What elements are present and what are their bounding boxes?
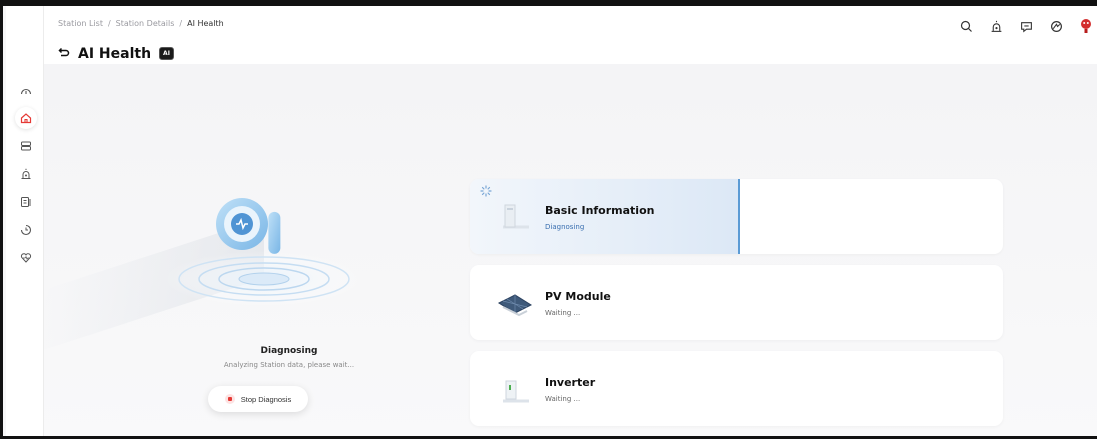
report-icon bbox=[21, 197, 31, 207]
devices-icon bbox=[21, 141, 31, 151]
avatar[interactable] bbox=[1078, 18, 1094, 34]
diagnosing-title: Diagnosing bbox=[260, 346, 318, 356]
page-header: Station List / Station Details / AI Heal… bbox=[44, 6, 1097, 64]
health-icon bbox=[20, 253, 32, 263]
loading-spinner-icon bbox=[480, 185, 492, 197]
page-title: AI Health bbox=[78, 45, 152, 62]
breadcrumb-station-list[interactable]: Station List bbox=[58, 19, 103, 28]
sidebar-item-alarm[interactable] bbox=[15, 163, 37, 185]
history-icon bbox=[20, 224, 32, 236]
card-title: Basic Information bbox=[545, 204, 655, 217]
breadcrumb: Station List / Station Details / AI Heal… bbox=[58, 19, 224, 28]
sidebar-item-history[interactable] bbox=[15, 219, 37, 241]
stop-diagnosis-button[interactable]: Stop Diagnosis bbox=[208, 386, 308, 412]
breadcrumb-separator: / bbox=[107, 19, 111, 28]
card-status: Diagnosing bbox=[545, 223, 585, 231]
inverter-icon bbox=[503, 380, 529, 403]
breadcrumb-separator: / bbox=[179, 19, 183, 28]
breadcrumb-station-details[interactable]: Station Details bbox=[116, 19, 175, 28]
app-window: Station List / Station Details / AI Heal… bbox=[0, 0, 1097, 439]
sidebar-item-dashboard[interactable] bbox=[15, 80, 37, 102]
dashboard-icon bbox=[20, 88, 32, 95]
document-icon bbox=[503, 204, 529, 229]
station-icon bbox=[20, 113, 32, 124]
back-icon[interactable] bbox=[58, 44, 70, 63]
card-title: Inverter bbox=[545, 376, 596, 389]
breadcrumb-current: AI Health bbox=[187, 19, 224, 28]
diagnosis-card-basic-information[interactable]: Basic Information Diagnosing bbox=[470, 179, 1003, 254]
stop-icon bbox=[224, 394, 235, 404]
card-title: PV Module bbox=[545, 290, 611, 303]
sidebar-item-report[interactable] bbox=[15, 191, 37, 213]
ai-badge: AI bbox=[159, 47, 174, 60]
card-status: Waiting ... bbox=[545, 395, 581, 403]
alarm-icon bbox=[21, 168, 31, 179]
message-icon[interactable] bbox=[1018, 18, 1034, 34]
pv-module-icon bbox=[497, 294, 533, 317]
settings-icon[interactable] bbox=[1048, 18, 1064, 34]
sidebar bbox=[6, 6, 44, 436]
stop-diagnosis-label: Stop Diagnosis bbox=[240, 394, 292, 404]
main-content: Diagnosing Analyzing Station data, pleas… bbox=[44, 64, 1097, 436]
card-status: Waiting ... bbox=[545, 309, 581, 317]
alarm-icon[interactable] bbox=[988, 18, 1004, 34]
magnifier-scan-illustration bbox=[164, 198, 364, 307]
sidebar-item-station[interactable] bbox=[15, 107, 37, 129]
diagnosis-card-pv-module[interactable]: PV Module Waiting ... bbox=[470, 265, 1003, 340]
search-icon[interactable] bbox=[958, 18, 974, 34]
sidebar-item-devices[interactable] bbox=[15, 135, 37, 157]
diagnosing-subtitle: Analyzing Station data, please wait... bbox=[223, 361, 355, 369]
sidebar-item-health[interactable] bbox=[15, 247, 37, 269]
diagnosis-card-inverter[interactable]: Inverter Waiting ... bbox=[470, 351, 1003, 426]
